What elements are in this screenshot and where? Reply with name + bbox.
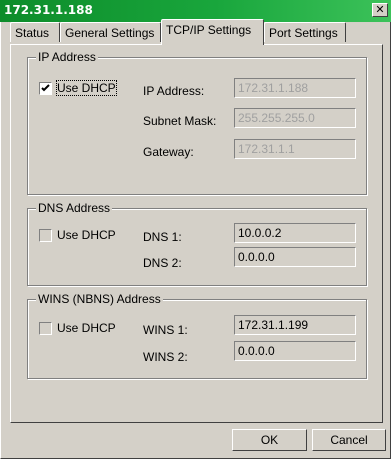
dns2-label: DNS 2:	[143, 256, 182, 270]
ip-dhcp-checkbox[interactable]	[39, 82, 52, 95]
tab-label: General Settings	[65, 26, 155, 40]
tab-general-settings[interactable]: General Settings	[60, 22, 161, 42]
close-icon: ✕	[375, 3, 385, 16]
tab-label: Port Settings	[269, 26, 338, 40]
dns-address-legend: DNS Address	[36, 201, 113, 215]
ip-address-label: IP Address:	[143, 84, 205, 98]
wins1-label: WINS 1:	[143, 323, 188, 337]
tab-label: Status	[15, 26, 50, 40]
dns-address-group: DNS Address Use DHCP DNS 1: 10.0.0.2 DNS…	[27, 201, 367, 286]
tab-tcpip-settings[interactable]: TCP/IP Settings	[161, 19, 264, 45]
dns-dhcp-checkbox[interactable]	[39, 229, 52, 242]
dns2-field[interactable]: 0.0.0.0	[234, 247, 356, 267]
ip-address-field[interactable]: 172.31.1.188	[234, 78, 356, 98]
tab-status[interactable]: Status	[10, 22, 60, 42]
wins-dhcp-checkbox[interactable]	[39, 322, 52, 335]
wins2-label: WINS 2:	[143, 350, 188, 364]
dns1-field[interactable]: 10.0.0.2	[234, 223, 356, 243]
cancel-button[interactable]: Cancel	[312, 429, 386, 451]
subnet-mask-field[interactable]: 255.255.255.0	[234, 108, 356, 128]
checkmark-icon	[41, 84, 50, 92]
wins2-field[interactable]: 0.0.0.0	[234, 341, 356, 361]
dns-dhcp-label[interactable]: Use DHCP	[57, 228, 116, 242]
subnet-mask-label: Subnet Mask:	[143, 114, 217, 128]
ip-dhcp-label[interactable]: Use DHCP	[56, 80, 117, 96]
gateway-label: Gateway:	[143, 145, 194, 159]
tab-port-settings[interactable]: Port Settings	[264, 22, 346, 42]
wins-address-group: WINS (NBNS) Address Use DHCP WINS 1: 172…	[27, 292, 367, 379]
tcpip-settings-panel: IP Address Use DHCP IP Address: 172.31.1…	[10, 44, 383, 423]
ok-button[interactable]: OK	[232, 429, 307, 451]
window-title: 172.31.1.188	[4, 3, 93, 17]
wins-address-legend: WINS (NBNS) Address	[36, 292, 163, 306]
gateway-field[interactable]: 172.31.1.1	[234, 139, 356, 159]
wins1-field[interactable]: 172.31.1.199	[234, 315, 356, 335]
ip-address-group: IP Address Use DHCP IP Address: 172.31.1…	[27, 50, 367, 195]
wins-dhcp-label[interactable]: Use DHCP	[57, 321, 116, 335]
close-button[interactable]: ✕	[372, 3, 388, 17]
tab-label: TCP/IP Settings	[166, 23, 252, 37]
ip-address-legend: IP Address	[36, 50, 98, 64]
dns1-label: DNS 1:	[143, 230, 182, 244]
